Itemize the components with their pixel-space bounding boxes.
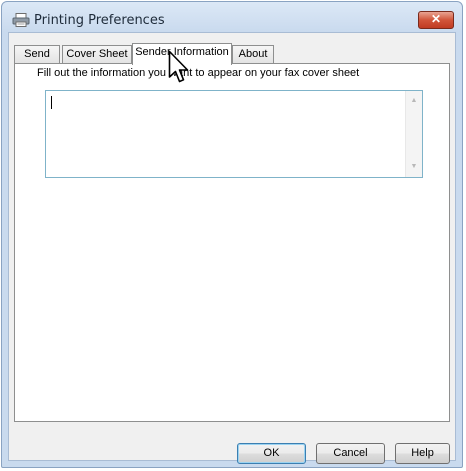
- tab-label: Send: [24, 48, 50, 60]
- sender-information-textarea[interactable]: ▲ ▼: [45, 90, 423, 178]
- scroll-up-arrow-icon[interactable]: ▲: [406, 93, 422, 109]
- sender-information-input[interactable]: [46, 91, 403, 177]
- scroll-down-arrow-icon[interactable]: ▼: [406, 159, 422, 175]
- printing-preferences-window: Printing Preferences ✕ Send Cover Sheet …: [1, 1, 463, 468]
- text-caret: [51, 96, 52, 109]
- close-icon: ✕: [430, 12, 442, 26]
- ok-button[interactable]: OK: [237, 443, 306, 464]
- tab-label: Cover Sheet: [66, 48, 128, 60]
- window-title: Printing Preferences: [34, 13, 165, 28]
- mouse-pointer-icon: [168, 50, 189, 83]
- tab-label: About: [238, 48, 268, 60]
- tab-about[interactable]: About: [232, 45, 274, 63]
- cancel-button[interactable]: Cancel: [316, 443, 385, 464]
- tab-cover-sheet[interactable]: Cover Sheet: [62, 45, 132, 63]
- close-button[interactable]: ✕: [418, 11, 454, 29]
- instruction-text: Fill out the information you want to app…: [37, 67, 360, 79]
- title-bar[interactable]: Printing Preferences ✕: [2, 2, 462, 36]
- help-button[interactable]: Help: [395, 443, 450, 464]
- printer-icon: [12, 13, 30, 27]
- vertical-scrollbar[interactable]: ▲ ▼: [405, 91, 422, 177]
- tab-send[interactable]: Send: [14, 45, 60, 63]
